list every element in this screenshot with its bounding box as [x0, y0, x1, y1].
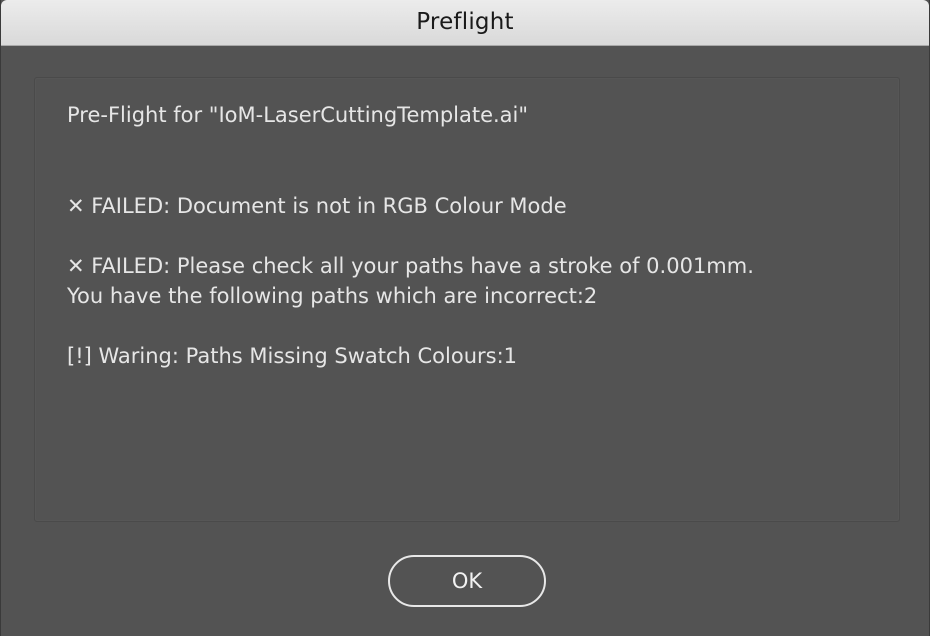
report-panel: Pre-Flight for "IoM-LaserCuttingTemplate… — [34, 77, 900, 522]
failed-colour-mode-message: ✕ FAILED: Document is not in RGB Colour … — [67, 194, 567, 218]
failed-stroke-count: You have the following paths which are i… — [67, 284, 598, 308]
window-title: Preflight — [416, 9, 514, 35]
warning-swatch-message: [!] Waring: Paths Missing Swatch Colours… — [67, 344, 518, 368]
preflight-dialog: Preflight Pre-Flight for "IoM-LaserCutti… — [0, 0, 930, 636]
title-bar[interactable]: Preflight — [1, 0, 929, 46]
report-heading: Pre-Flight for "IoM-LaserCuttingTemplate… — [67, 103, 529, 127]
failed-stroke-message: ✕ FAILED: Please check all your paths ha… — [67, 254, 754, 278]
ok-button[interactable]: OK — [388, 555, 546, 607]
